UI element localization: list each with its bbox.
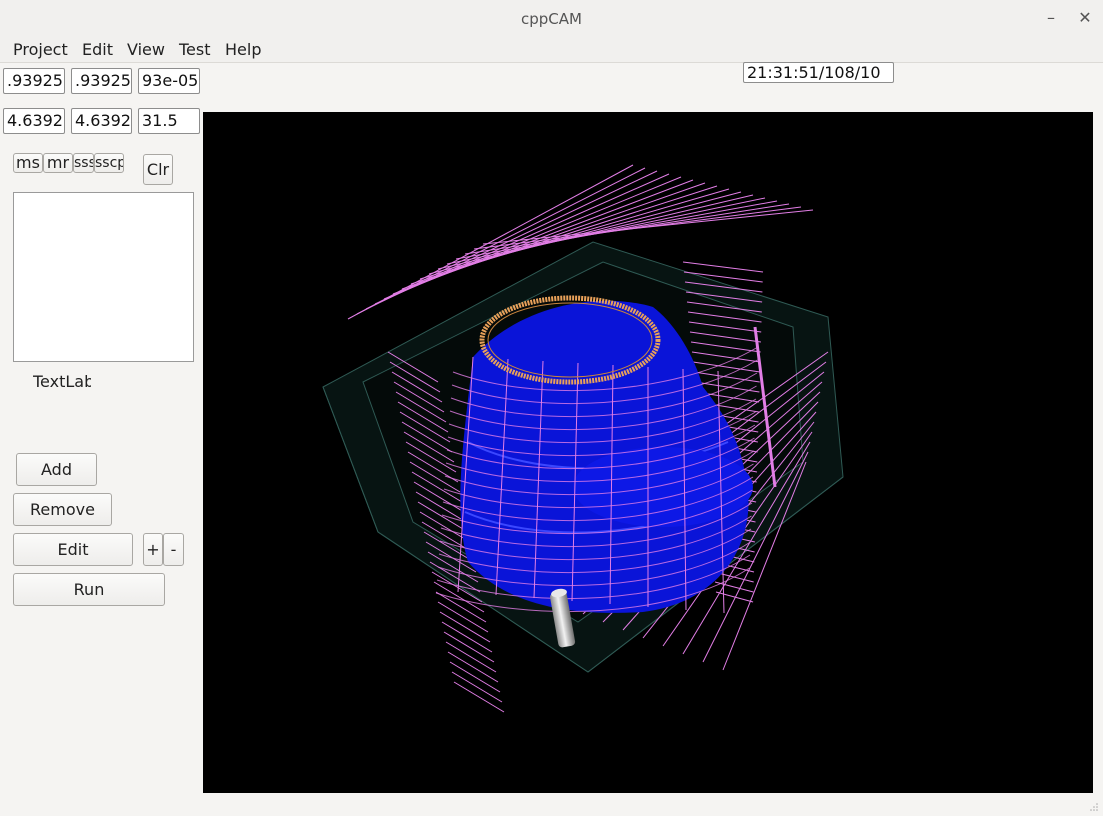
- ms-button[interactable]: ms: [13, 153, 43, 173]
- coord-b-field[interactable]: 4.6392: [71, 108, 132, 134]
- menu-test[interactable]: Test: [179, 40, 211, 59]
- add-button[interactable]: Add: [16, 453, 97, 486]
- menu-bar: Project Edit View Test Help: [0, 38, 1103, 63]
- resize-grip-icon[interactable]: [1089, 802, 1099, 812]
- mr-button[interactable]: mr: [43, 153, 73, 173]
- remove-button[interactable]: Remove: [13, 493, 112, 526]
- sss-button[interactable]: sss: [73, 153, 94, 173]
- window-title: cppCAM: [521, 10, 582, 28]
- sscp-button[interactable]: sscp: [94, 153, 124, 173]
- edit-button[interactable]: Edit: [13, 533, 133, 566]
- 3d-viewport[interactable]: [203, 112, 1093, 793]
- title-bar: cppCAM – ✕: [0, 0, 1103, 39]
- menu-view[interactable]: View: [127, 40, 165, 59]
- plus-button[interactable]: +: [143, 533, 163, 566]
- menu-project[interactable]: Project: [13, 40, 68, 59]
- run-button[interactable]: Run: [13, 573, 165, 606]
- close-button[interactable]: ✕: [1075, 8, 1095, 27]
- minimize-button[interactable]: –: [1041, 8, 1061, 27]
- toolpath-view: [322, 164, 844, 713]
- coord-z-field[interactable]: 93e-05: [138, 68, 200, 94]
- timestamp-field[interactable]: 21:31:51/108/10: [743, 62, 894, 83]
- menu-edit[interactable]: Edit: [82, 40, 113, 59]
- clear-button[interactable]: Clr: [143, 154, 173, 185]
- menu-help[interactable]: Help: [225, 40, 261, 59]
- text-label: TextLab: [33, 372, 91, 391]
- coord-x-field[interactable]: .93925: [3, 68, 65, 94]
- operation-list[interactable]: [13, 192, 194, 362]
- coord-a-field[interactable]: 4.6392: [3, 108, 65, 134]
- minus-button[interactable]: -: [163, 533, 184, 566]
- coord-y-field[interactable]: .93925: [71, 68, 132, 94]
- coord-c-field[interactable]: 31.5: [138, 108, 200, 134]
